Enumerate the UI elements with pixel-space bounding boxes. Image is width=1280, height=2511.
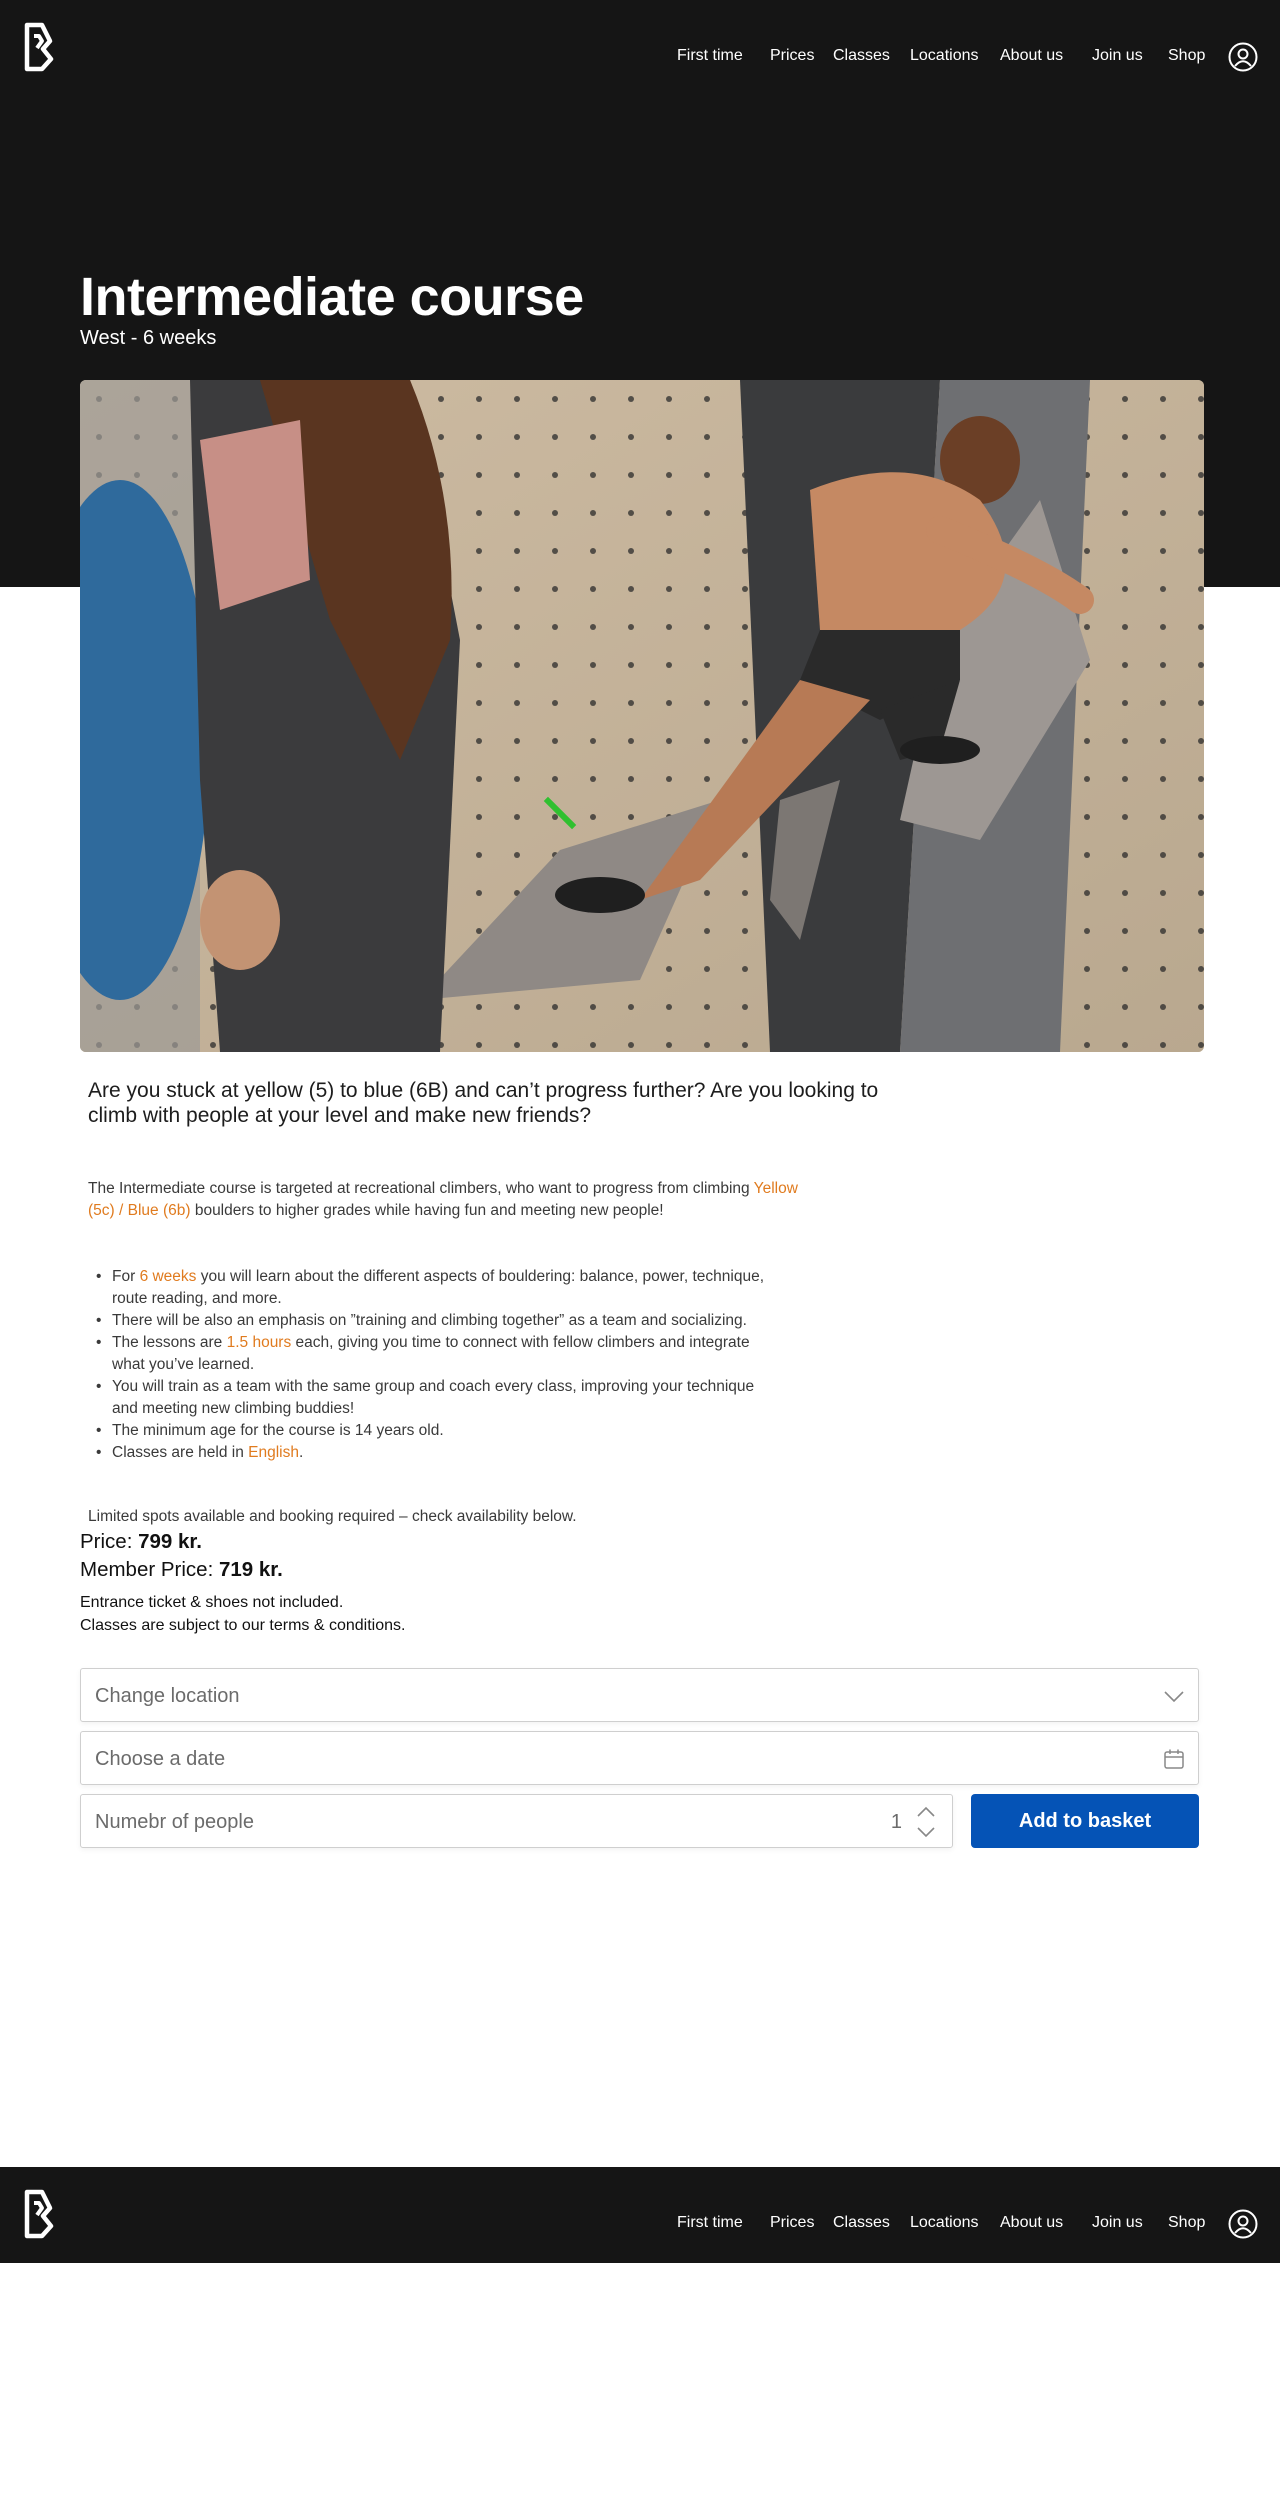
calendar-icon[interactable] (1162, 1747, 1186, 1771)
nav-locations[interactable]: Locations (910, 2214, 979, 2232)
bullet-text: There will be also an emphasis on ”train… (112, 1312, 747, 1329)
bullet-text: you will learn about the different aspec… (112, 1268, 764, 1307)
nav-join-us[interactable]: Join us (1092, 2214, 1143, 2232)
bullet-text: The minimum age for the course is 14 yea… (112, 1422, 444, 1439)
page-subtitle: West - 6 weeks (80, 327, 217, 349)
people-quantity[interactable]: 1 (891, 1811, 902, 1834)
chevron-down-icon (1164, 1691, 1184, 1703)
nav-about-us[interactable]: About us (1000, 47, 1063, 65)
course-details-list: For 6 weeks you will learn about the dif… (88, 1266, 778, 1464)
list-item: Classes are held in English. (88, 1442, 778, 1464)
page-title: Intermediate course (80, 267, 584, 327)
nav-shop[interactable]: Shop (1168, 2214, 1205, 2232)
description-text-b: boulders to higher grades while having f… (190, 1202, 664, 1219)
member-price-value: 719 kr. (218, 1558, 283, 1581)
nav-prices[interactable]: Prices (770, 47, 814, 65)
nav-classes[interactable]: Classes (833, 47, 890, 65)
top-navbar: First time Prices Classes Locations Abou… (0, 0, 1280, 96)
description-text-a: The Intermediate course is targeted at r… (88, 1180, 754, 1197)
footer-navbar: First time Prices Classes Locations Abou… (0, 2167, 1280, 2263)
course-intro: Are you stuck at yellow (5) to blue (6B)… (88, 1079, 879, 1127)
bullet-text: Classes are held in (112, 1444, 249, 1461)
nav-join-us[interactable]: Join us (1092, 47, 1143, 65)
bullet-text: The lessons are (112, 1334, 227, 1351)
nav-locations[interactable]: Locations (910, 47, 979, 65)
availability-note: Limited spots available and booking requ… (88, 1508, 577, 1525)
course-description: The Intermediate course is targeted at r… (88, 1178, 808, 1222)
bullet-text: For (112, 1268, 140, 1285)
bullet-highlight: 1.5 hours (226, 1334, 292, 1351)
entrance-note: Entrance ticket & shoes not included. (80, 1594, 344, 1611)
location-select[interactable]: Change location (80, 1668, 1199, 1722)
stepper-icon[interactable] (916, 1805, 936, 1839)
price-value: 799 kr. (138, 1530, 202, 1553)
hero-climbing-photo (80, 380, 1204, 1052)
nav-about-us[interactable]: About us (1000, 2214, 1063, 2232)
nav-prices[interactable]: Prices (770, 2214, 814, 2232)
nav-links: First time Prices Classes Locations Abou… (0, 0, 1280, 96)
terms-note: Classes are subject to our terms & condi… (80, 1617, 406, 1634)
account-icon[interactable] (1228, 2209, 1258, 2239)
date-placeholder: Choose a date (95, 1748, 226, 1770)
list-item: For 6 weeks you will learn about the dif… (88, 1266, 778, 1310)
date-picker[interactable]: Choose a date (80, 1731, 1199, 1785)
list-item: The minimum age for the course is 14 yea… (88, 1420, 778, 1442)
people-placeholder: Numebr of people (95, 1811, 254, 1833)
nav-shop[interactable]: Shop (1168, 47, 1205, 65)
list-item: You will train as a team with the same g… (88, 1376, 778, 1420)
footer-nav-links: First time Prices Classes Locations Abou… (0, 2167, 1280, 2263)
nav-classes[interactable]: Classes (833, 2214, 890, 2232)
nav-first-time[interactable]: First time (677, 2214, 743, 2232)
people-field[interactable]: Numebr of people 1 (80, 1794, 953, 1848)
nav-first-time[interactable]: First time (677, 47, 743, 65)
bullet-text: . (298, 1444, 304, 1461)
member-price: Member Price: 719 kr. (80, 1558, 283, 1582)
climbing-photo-illustration (80, 380, 1204, 1052)
price-label: Price: (80, 1530, 139, 1553)
location-placeholder: Change location (95, 1685, 240, 1707)
list-item: The lessons are 1.5 hours each, giving y… (88, 1332, 778, 1376)
add-to-basket-button[interactable]: Add to basket (971, 1794, 1199, 1848)
bullet-highlight: English (248, 1444, 299, 1461)
price: Price: 799 kr. (80, 1530, 202, 1554)
bullet-highlight: 6 weeks (139, 1268, 197, 1285)
member-price-label: Member Price: (80, 1558, 219, 1581)
list-item: There will be also an emphasis on ”train… (88, 1310, 778, 1332)
account-icon[interactable] (1228, 42, 1258, 72)
bullet-text: You will train as a team with the same g… (112, 1378, 755, 1417)
